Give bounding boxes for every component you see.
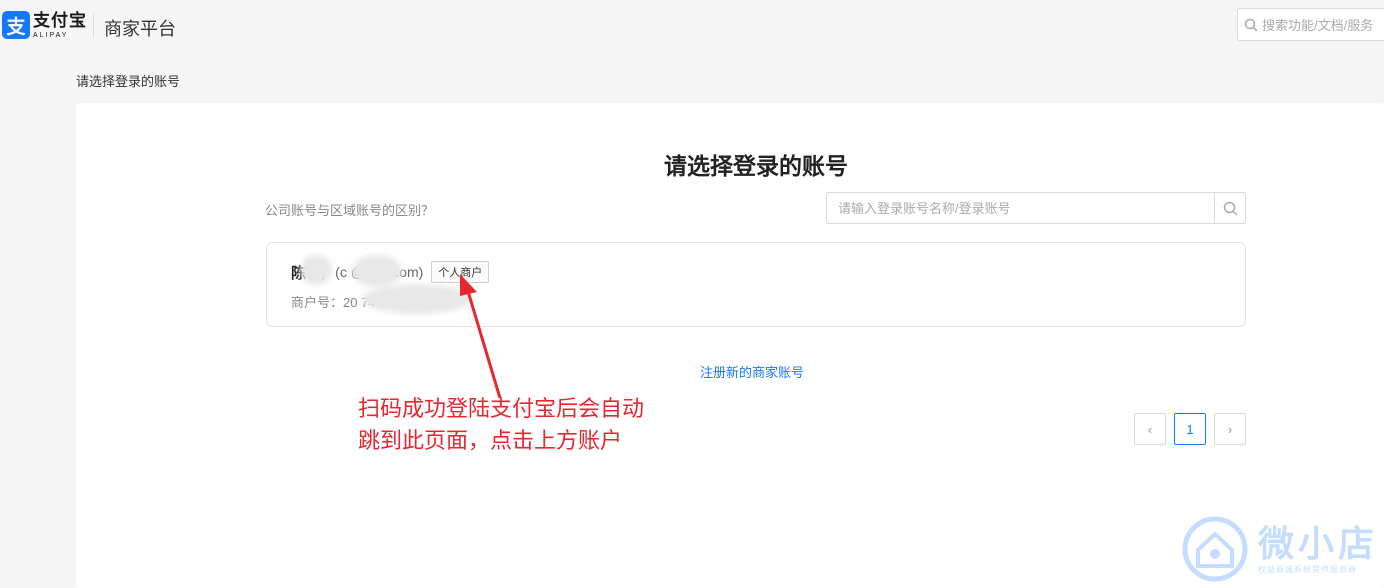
redaction-blur bbox=[300, 255, 332, 285]
platform-title: 商家平台 bbox=[104, 19, 176, 39]
logo-text-en: ALIPAY bbox=[33, 31, 69, 39]
register-account-link[interactable]: 注册新的商家账号 bbox=[700, 362, 804, 381]
prev-page-button[interactable]: ‹ bbox=[1134, 413, 1166, 445]
top-bar: 支 支付宝 ALIPAY 商家平台 搜索功能/文档/服务 bbox=[0, 0, 1384, 52]
watermark: 微小店 权益商城系统提供服务商 bbox=[1180, 514, 1378, 584]
watermark-subtitle: 权益商城系统提供服务商 bbox=[1258, 564, 1357, 574]
next-page-button[interactable]: › bbox=[1214, 413, 1246, 445]
redaction-blur bbox=[352, 255, 402, 287]
account-search bbox=[826, 192, 1246, 224]
logo-text-cn: 支付宝 bbox=[33, 10, 87, 30]
global-search-input[interactable]: 搜索功能/文档/服务 bbox=[1237, 8, 1384, 41]
alipay-logo-icon: 支 bbox=[2, 11, 30, 39]
page-1-button[interactable]: 1 bbox=[1174, 413, 1206, 445]
instruction-annotation: 扫码成功登陆支付宝后会自动 跳到此页面，点击上方账户 bbox=[358, 394, 644, 458]
alipay-logo[interactable]: 支 支付宝 ALIPAY bbox=[2, 11, 87, 39]
house-logo-icon bbox=[1182, 516, 1248, 582]
page-title: 请选择登录的账号 bbox=[664, 153, 848, 179]
search-icon bbox=[1223, 201, 1238, 216]
search-icon bbox=[1244, 18, 1258, 32]
account-difference-link[interactable]: 公司账号与区域账号的区别？ bbox=[265, 200, 434, 219]
watermark-name: 微小店 bbox=[1258, 522, 1379, 564]
pagination: ‹ 1 › bbox=[1134, 413, 1246, 445]
account-search-button[interactable] bbox=[1214, 192, 1246, 224]
annotation-line-2: 跳到此页面，点击上方账户 bbox=[358, 429, 623, 454]
account-search-input[interactable] bbox=[826, 192, 1214, 224]
annotation-arrow bbox=[460, 274, 502, 399]
header-divider bbox=[93, 14, 94, 38]
global-search-placeholder: 搜索功能/文档/服务 bbox=[1262, 18, 1374, 33]
breadcrumb: 请选择登录的账号 bbox=[76, 74, 181, 89]
annotation-line-1: 扫码成功登陆支付宝后会自动 bbox=[358, 397, 645, 422]
